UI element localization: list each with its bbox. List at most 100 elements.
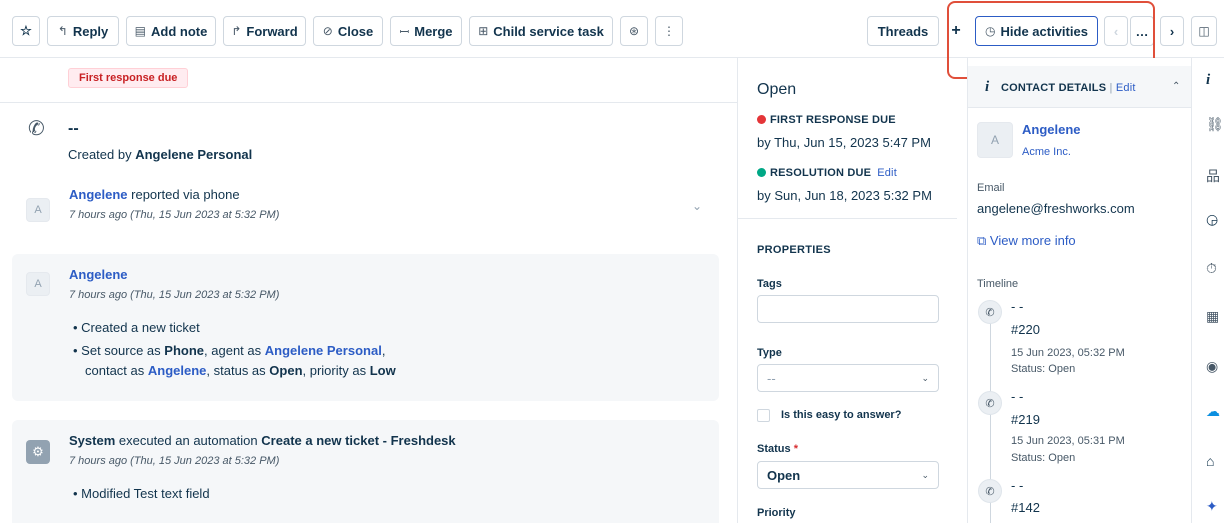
timeline-item-id[interactable]: #142 (1011, 500, 1040, 515)
divider (738, 218, 957, 219)
timeline-item-title: - - (1011, 299, 1024, 314)
check-circle-icon: ⊘ (322, 24, 333, 38)
more-actions-button[interactable]: ⋮ (655, 16, 683, 46)
avatar: A (26, 198, 50, 222)
first-response-due-label: FIRST RESPONSE DUE (757, 114, 896, 126)
system-activity-card: ⚙ System executed an automation Create a… (12, 420, 719, 523)
merge-button[interactable]: ꟷ Merge (390, 16, 462, 46)
toggle-sidebar-button[interactable]: ◫ (1191, 16, 1217, 46)
company-link[interactable]: Acme Inc. (1022, 146, 1071, 158)
properties-pane: Open FIRST RESPONSE DUE by Thu, Jun 15, … (737, 58, 957, 523)
timeline-item-status: Status: Open (1011, 363, 1076, 375)
chevron-left-icon: ‹ (1113, 23, 1119, 39)
activity-bullet: • Created a new ticket (73, 320, 200, 335)
chevron-down-icon[interactable]: ⌄ (692, 199, 702, 213)
view-more-info-link[interactable]: ⧉ View more info (977, 233, 1076, 249)
phone-icon: ✆ (978, 479, 1002, 503)
clock-icon: ◷ (985, 24, 996, 38)
timeline-item-id[interactable]: #220 (1011, 322, 1040, 337)
status-select[interactable]: Open ⌄ (757, 461, 939, 489)
timeline-item-title: - - (1011, 478, 1024, 493)
easy-to-answer-label: Is this easy to answer? (781, 409, 902, 421)
timer-icon[interactable]: ⏱ (1206, 260, 1217, 277)
ticket-list-button[interactable]: … (1130, 16, 1154, 46)
link-icon[interactable]: ⛓ (1206, 116, 1224, 133)
app-rail: i ⛓ 品 ◶ ⏱ ▦ ◉ ☁ ⌂ ✦ (1193, 58, 1224, 523)
add-note-button[interactable]: ▤ Add note (126, 16, 216, 46)
reported-timestamp: 7 hours ago (Thu, 15 Jun 2023 at 5:32 PM… (69, 209, 280, 221)
external-link-icon: ⧉ (977, 233, 987, 248)
edit-resolution-due-link[interactable]: Edit (877, 167, 897, 179)
activity-bullet: • Modified Test text field (73, 486, 210, 501)
threads-button[interactable]: Threads (867, 16, 939, 46)
timeline-item-date: 15 Jun 2023, 05:32 PM (1011, 347, 1125, 359)
info-icon[interactable]: i (1206, 72, 1210, 89)
calendar-icon[interactable]: ▦ (1206, 308, 1219, 325)
agent-assist-button[interactable]: ⊛ (620, 16, 648, 46)
add-thread-button[interactable]: + (944, 16, 968, 46)
easy-to-answer-checkbox[interactable] (757, 409, 770, 422)
child-service-task-button[interactable]: ⊞ Child service task (469, 16, 613, 46)
creator-name: Angelene Personal (135, 147, 253, 162)
info-icon: i (985, 79, 990, 95)
chevron-down-icon: ⌄ (921, 372, 929, 383)
system-timestamp: 7 hours ago (Thu, 15 Jun 2023 at 5:32 PM… (69, 455, 280, 467)
ticket-toolbar: ☆ ↰ Reply ▤ Add note ↱ Forward ⊘ Close ꟷ Merg… (0, 0, 1224, 58)
reply-button[interactable]: ↰ Reply (47, 16, 119, 46)
activity-timestamp: 7 hours ago (Thu, 15 Jun 2023 at 5:32 PM… (69, 289, 280, 301)
timeline-item-id[interactable]: #219 (1011, 412, 1040, 427)
hierarchy-icon[interactable]: 品 (1206, 166, 1220, 186)
activity-bullet-continued: contact as Angelene, status as Open, pri… (85, 363, 396, 378)
contact-details-panel: i CONTACT DETAILS | Edit ⌃ A Angelene Ac… (967, 58, 1192, 523)
close-button[interactable]: ⊘ Close (313, 16, 383, 46)
chevron-up-icon[interactable]: ⌃ (1172, 81, 1180, 92)
forward-button[interactable]: ↱ Forward (223, 16, 306, 46)
chat-icon[interactable]: ◶ (1206, 211, 1218, 228)
note-icon: ▤ (134, 24, 146, 38)
contact-link[interactable]: Angelene (148, 363, 207, 378)
activity-author-link: Angelene (69, 267, 128, 282)
edit-contact-link[interactable]: Edit (1116, 82, 1136, 94)
avatar: A (977, 122, 1013, 158)
first-response-due-value: by Thu, Jun 15, 2023 5:47 PM (757, 135, 931, 150)
contact-name-link[interactable]: Angelene (1022, 122, 1081, 137)
chevron-down-icon: ⌄ (921, 469, 929, 480)
contact-email: angelene@freshworks.com (977, 201, 1135, 216)
tags-input[interactable] (757, 295, 939, 323)
salesforce-icon[interactable]: ☁ (1206, 403, 1220, 420)
assist-icon[interactable]: ◉ (1206, 358, 1218, 375)
contact-details-header[interactable]: i CONTACT DETAILS | Edit ⌃ (968, 66, 1191, 108)
on-track-dot-icon (757, 168, 766, 177)
resolution-due-label: RESOLUTION DUE Edit (757, 167, 897, 179)
requester-link[interactable]: Angelene (69, 187, 128, 202)
integration-icon[interactable]: ⌂ (1206, 453, 1214, 469)
created-by-text: Created by Angelene Personal (68, 147, 253, 162)
star-button[interactable]: ☆ (12, 16, 40, 46)
agent-link[interactable]: Angelene Personal (265, 343, 382, 358)
phone-icon: ✆ (978, 300, 1002, 324)
hide-activities-button[interactable]: ◷ Hide activities (975, 16, 1098, 46)
phone-icon: ✆ (28, 118, 45, 140)
previous-ticket-button[interactable]: ‹ (1104, 16, 1128, 46)
phone-icon: ✆ (978, 391, 1002, 415)
resolution-due-value: by Sun, Jun 18, 2023 5:32 PM (757, 188, 932, 203)
ellipsis-icon: … (1135, 23, 1149, 39)
type-select[interactable]: -- ⌄ (757, 364, 939, 392)
overdue-dot-icon (757, 115, 766, 124)
timeline-label: Timeline (977, 278, 1019, 290)
next-ticket-button[interactable]: › (1160, 16, 1184, 46)
conversation-pane: First response due ✆ -- Created by Angel… (0, 58, 737, 523)
activity-card: A Angelene 7 hours ago (Thu, 15 Jun 2023… (12, 254, 719, 401)
more-vertical-icon: ⋮ (663, 24, 675, 38)
timeline-item-title: - - (1011, 389, 1024, 404)
tags-label: Tags (757, 278, 782, 290)
first-response-due-badge: First response due (68, 68, 189, 88)
priority-label: Priority (757, 507, 796, 519)
app-icon[interactable]: ✦ (1206, 498, 1218, 515)
divider (0, 102, 737, 103)
timeline-item-status: Status: Open (1011, 452, 1076, 464)
timeline-item-date: 15 Jun 2023, 05:31 PM (1011, 435, 1125, 447)
star-icon: ☆ (20, 23, 32, 38)
system-activity-line: System executed an automation Create a n… (69, 433, 456, 448)
email-label: Email (977, 182, 1005, 194)
